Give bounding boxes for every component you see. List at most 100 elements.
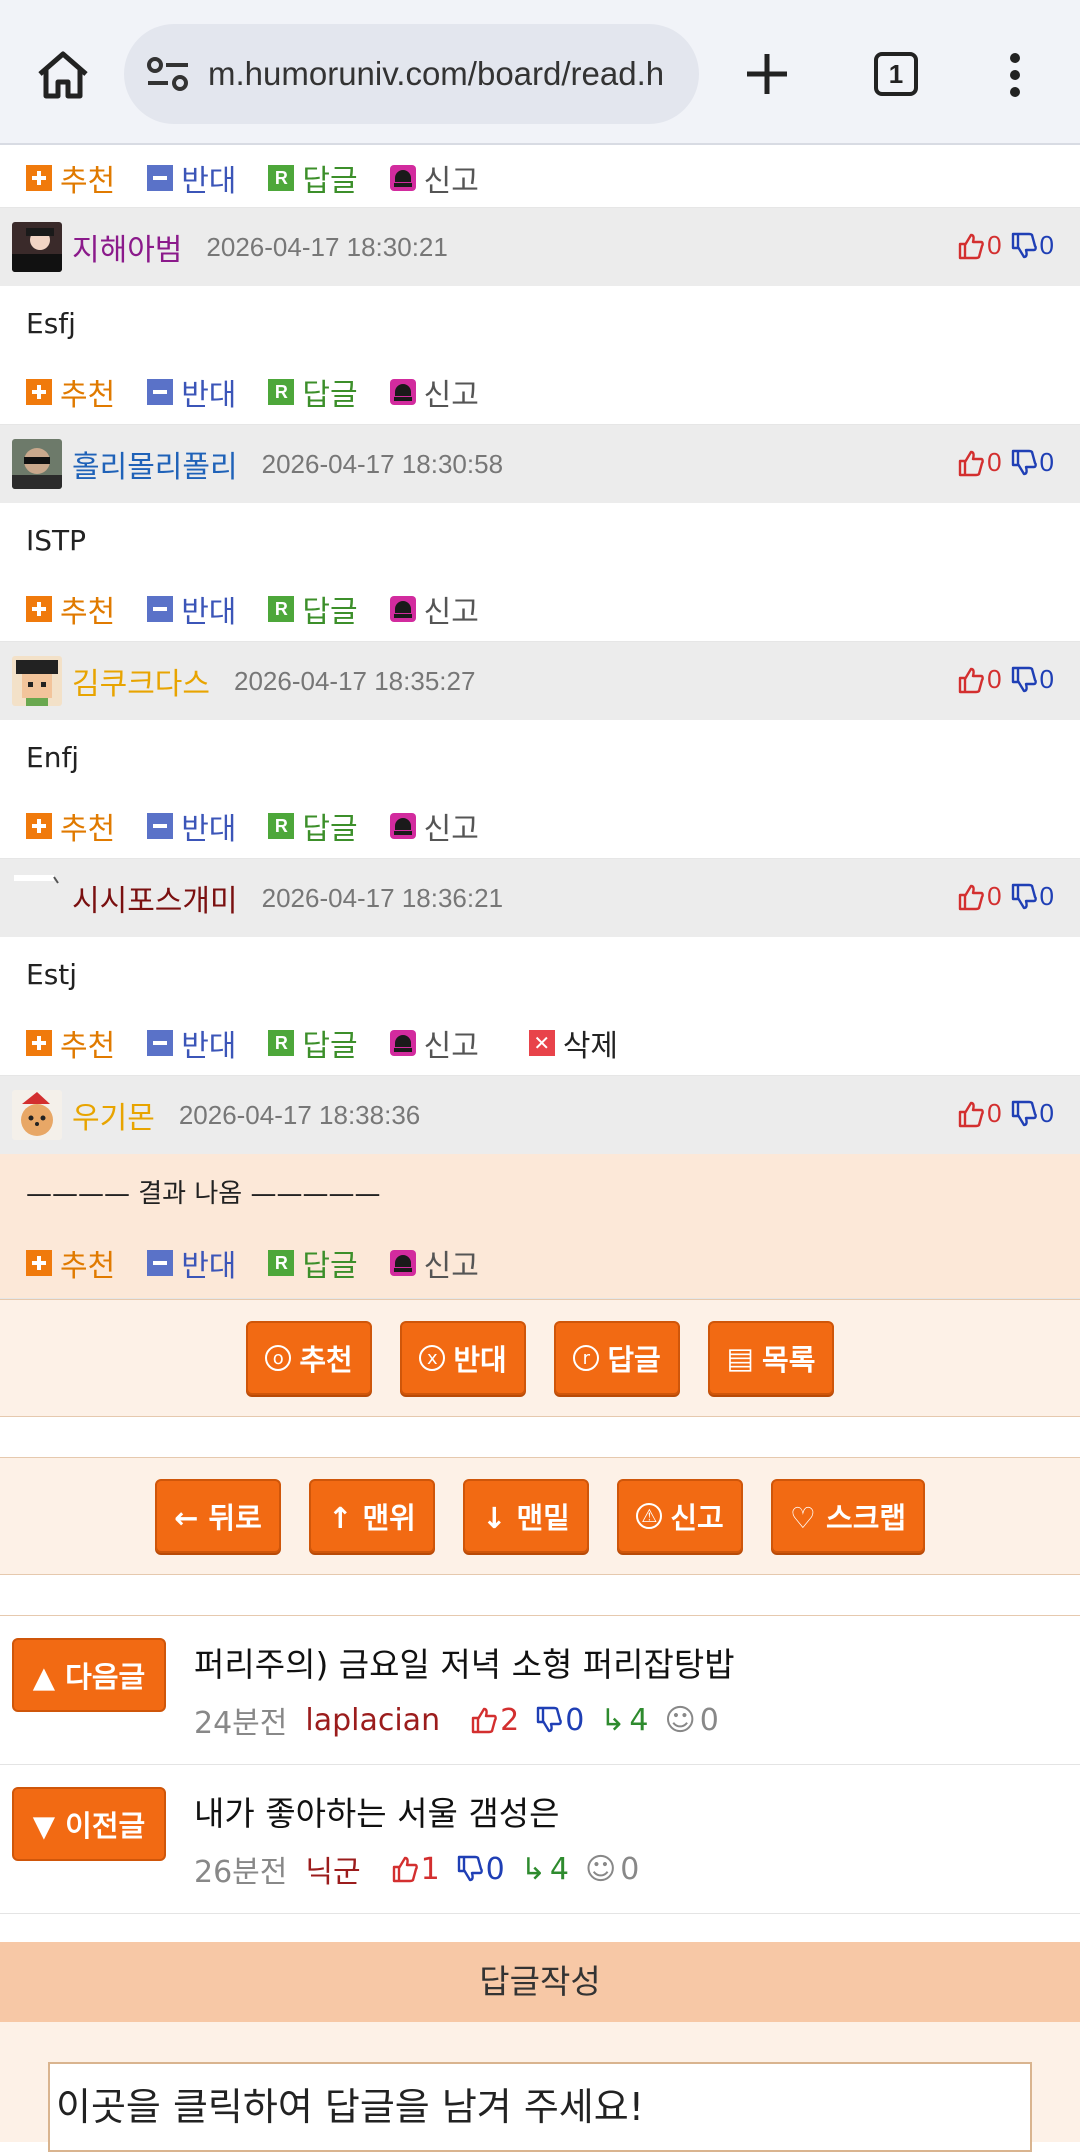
circle-r-icon: r xyxy=(573,1345,600,1371)
list-button[interactable]: ▤ 목록 xyxy=(708,1321,834,1395)
comment-list: 추천 반대 R 답글 신고 지해아범 2026-04-17 18:30:21 0 … xyxy=(0,145,1080,1299)
new-tab-icon[interactable] xyxy=(743,50,791,98)
list-icon: ▤ xyxy=(726,1341,755,1375)
tab-switcher-button[interactable]: 1 xyxy=(874,52,918,96)
oppose-link[interactable]: 반대 xyxy=(147,804,236,848)
minus-icon xyxy=(147,813,174,839)
recommend-link[interactable]: 추천 xyxy=(26,156,115,200)
next-post-button[interactable]: ▲ 다음글 xyxy=(12,1638,166,1712)
comment-votes: 0 0 xyxy=(957,230,1054,261)
home-icon[interactable] xyxy=(36,50,90,100)
report-button[interactable]: ⚠ 신고 xyxy=(617,1479,743,1553)
site-settings-icon[interactable] xyxy=(146,56,190,92)
thumbs-down-icon xyxy=(457,1855,483,1882)
recommend-link[interactable]: 추천 xyxy=(26,370,115,414)
comment-text: ———— 결과 나옴 ————— xyxy=(26,1178,381,1209)
comment-nick[interactable]: 지해아범 xyxy=(72,225,182,269)
reply-link[interactable]: R 답글 xyxy=(268,1021,358,1065)
prev-post-title[interactable]: 내가 좋아하는 서울 갬성은 xyxy=(194,1787,559,1835)
reply-link[interactable]: R 답글 xyxy=(268,587,358,631)
comment-date: 2026-04-17 18:36:21 xyxy=(261,882,504,913)
delete-link[interactable]: ✕ 삭제 xyxy=(528,1021,618,1065)
report-link[interactable]: 신고 xyxy=(389,370,479,414)
avatar[interactable] xyxy=(12,222,62,272)
reply-link[interactable]: R 답글 xyxy=(268,804,358,848)
next-post-item[interactable]: ▲ 다음글 퍼리주의) 금요일 저녁 소형 퍼리잡탕밥 24분전 laplaci… xyxy=(0,1616,1080,1765)
reply-button[interactable]: r 답글 xyxy=(554,1321,680,1395)
comment-date: 2026-04-17 18:30:21 xyxy=(206,231,448,262)
comment-nick[interactable]: 우기몬 xyxy=(72,1093,155,1137)
scroll-top-button[interactable]: ↑ 맨위 xyxy=(309,1479,435,1553)
comment-text: Enfj xyxy=(26,740,80,774)
comment-votes: 0 0 xyxy=(957,447,1054,478)
oppose-link[interactable]: 반대 xyxy=(147,1241,236,1285)
comment-nick[interactable]: 시시포스개미 xyxy=(72,876,238,920)
comment-block: 홀리몰리폴리 2026-04-17 18:30:58 0 0 ISTP 추천 반… xyxy=(0,425,1080,642)
address-bar[interactable]: m.humoruniv.com/board/read.h xyxy=(124,24,699,124)
oppose-link[interactable]: 반대 xyxy=(147,587,236,631)
url-text[interactable]: m.humoruniv.com/board/read.h xyxy=(208,55,678,93)
scroll-bottom-button[interactable]: ↓ 맨밑 xyxy=(463,1479,589,1553)
report-link[interactable]: 신고 xyxy=(389,804,479,848)
reply-arrow-icon: ↳ xyxy=(600,1702,626,1738)
recommend-link[interactable]: 추천 xyxy=(26,804,115,848)
oppose-link[interactable]: 반대 xyxy=(147,1021,236,1065)
smiley-icon: ☺ xyxy=(585,1851,617,1887)
comment-text: Esfj xyxy=(26,306,76,340)
reply-r-icon: R xyxy=(268,813,295,839)
report-link[interactable]: 신고 xyxy=(389,156,479,200)
report-link[interactable]: 신고 xyxy=(389,587,479,631)
post-author[interactable]: 닉군 xyxy=(305,1847,360,1891)
thumbs-up-icon xyxy=(471,1707,497,1734)
back-button[interactable]: ← 뒤로 xyxy=(155,1479,281,1553)
report-link[interactable]: 신고 xyxy=(389,1241,479,1285)
avatar[interactable] xyxy=(12,439,62,489)
reply-r-icon: R xyxy=(268,165,295,191)
siren-icon: ⚠ xyxy=(636,1503,663,1529)
more-menu-icon[interactable] xyxy=(1009,52,1021,98)
oppose-button[interactable]: x 반대 xyxy=(400,1321,526,1395)
recommend-button[interactable]: o 추천 xyxy=(246,1321,372,1395)
comment-block: 김쿠크다스 2026-04-17 18:35:27 0 0 Enfj 추천 반대… xyxy=(0,642,1080,859)
oppose-link[interactable]: 반대 xyxy=(147,156,236,200)
comment-block: 우기몬 2026-04-17 18:38:36 0 0 ———— 결과 나옴 —… xyxy=(0,1076,1080,1299)
plus-icon xyxy=(26,1030,52,1056)
circle-x-icon: x xyxy=(419,1345,446,1371)
comment-votes: 0 0 xyxy=(957,881,1054,912)
reply-link[interactable]: R 답글 xyxy=(268,156,358,200)
avatar[interactable] xyxy=(12,873,62,923)
reply-arrow-icon: ↳ xyxy=(520,1851,546,1887)
thumbs-up-icon xyxy=(392,1856,418,1883)
reply-write-area: 이곳을 클릭하여 답글을 남겨 주세요! xyxy=(0,2022,1080,2152)
comment-block: 시시포스개미 2026-04-17 18:36:21 0 0 Estj 추천 반… xyxy=(0,859,1080,1076)
reply-input[interactable]: 이곳을 클릭하여 답글을 남겨 주세요! xyxy=(48,2062,1032,2152)
thumbs-down-icon xyxy=(536,1706,563,1733)
comment-date: 2026-04-17 18:35:27 xyxy=(234,665,476,696)
comment-actions: 추천 반대 R 답글 신고 xyxy=(0,1228,1080,1298)
comment-header: 지해아범 2026-04-17 18:30:21 0 0 xyxy=(0,208,1080,286)
reply-link[interactable]: R 답글 xyxy=(268,370,358,414)
comment-text: Estj xyxy=(26,957,78,991)
prev-post-item[interactable]: ▼ 이전글 내가 좋아하는 서울 갬성은 26분전 닉군 1 0 ↳ 4 ☺ 0 xyxy=(0,1765,1080,1914)
oppose-link[interactable]: 반대 xyxy=(147,370,236,414)
comment-block: 지해아범 2026-04-17 18:30:21 0 0 Esfj 추천 반대 … xyxy=(0,208,1080,425)
recommend-link[interactable]: 추천 xyxy=(26,1241,115,1285)
comment-actions: 추천 반대 R 답글 신고 xyxy=(0,360,1080,424)
comment-nick[interactable]: 김쿠크다스 xyxy=(72,659,210,703)
recommend-link[interactable]: 추천 xyxy=(26,587,115,631)
scrap-button[interactable]: ♡ 스크랩 xyxy=(771,1479,925,1553)
plus-icon xyxy=(26,596,52,622)
thumbs-down-icon xyxy=(1011,449,1037,475)
plus-icon xyxy=(26,379,52,405)
next-post-title[interactable]: 퍼리주의) 금요일 저녁 소형 퍼리잡탕밥 xyxy=(194,1638,735,1686)
browser-toolbar: m.humoruniv.com/board/read.h 1 xyxy=(0,0,1080,145)
prev-post-button[interactable]: ▼ 이전글 xyxy=(12,1787,166,1861)
post-author[interactable]: laplacian xyxy=(305,1703,440,1738)
avatar[interactable] xyxy=(12,1090,62,1140)
recommend-link[interactable]: 추천 xyxy=(26,1021,115,1065)
comment-nick[interactable]: 홀리몰리폴리 xyxy=(72,442,238,486)
reply-r-icon: R xyxy=(268,379,295,405)
report-link[interactable]: 신고 xyxy=(389,1021,479,1065)
avatar[interactable] xyxy=(12,656,62,706)
reply-link[interactable]: R 답글 xyxy=(268,1241,358,1285)
